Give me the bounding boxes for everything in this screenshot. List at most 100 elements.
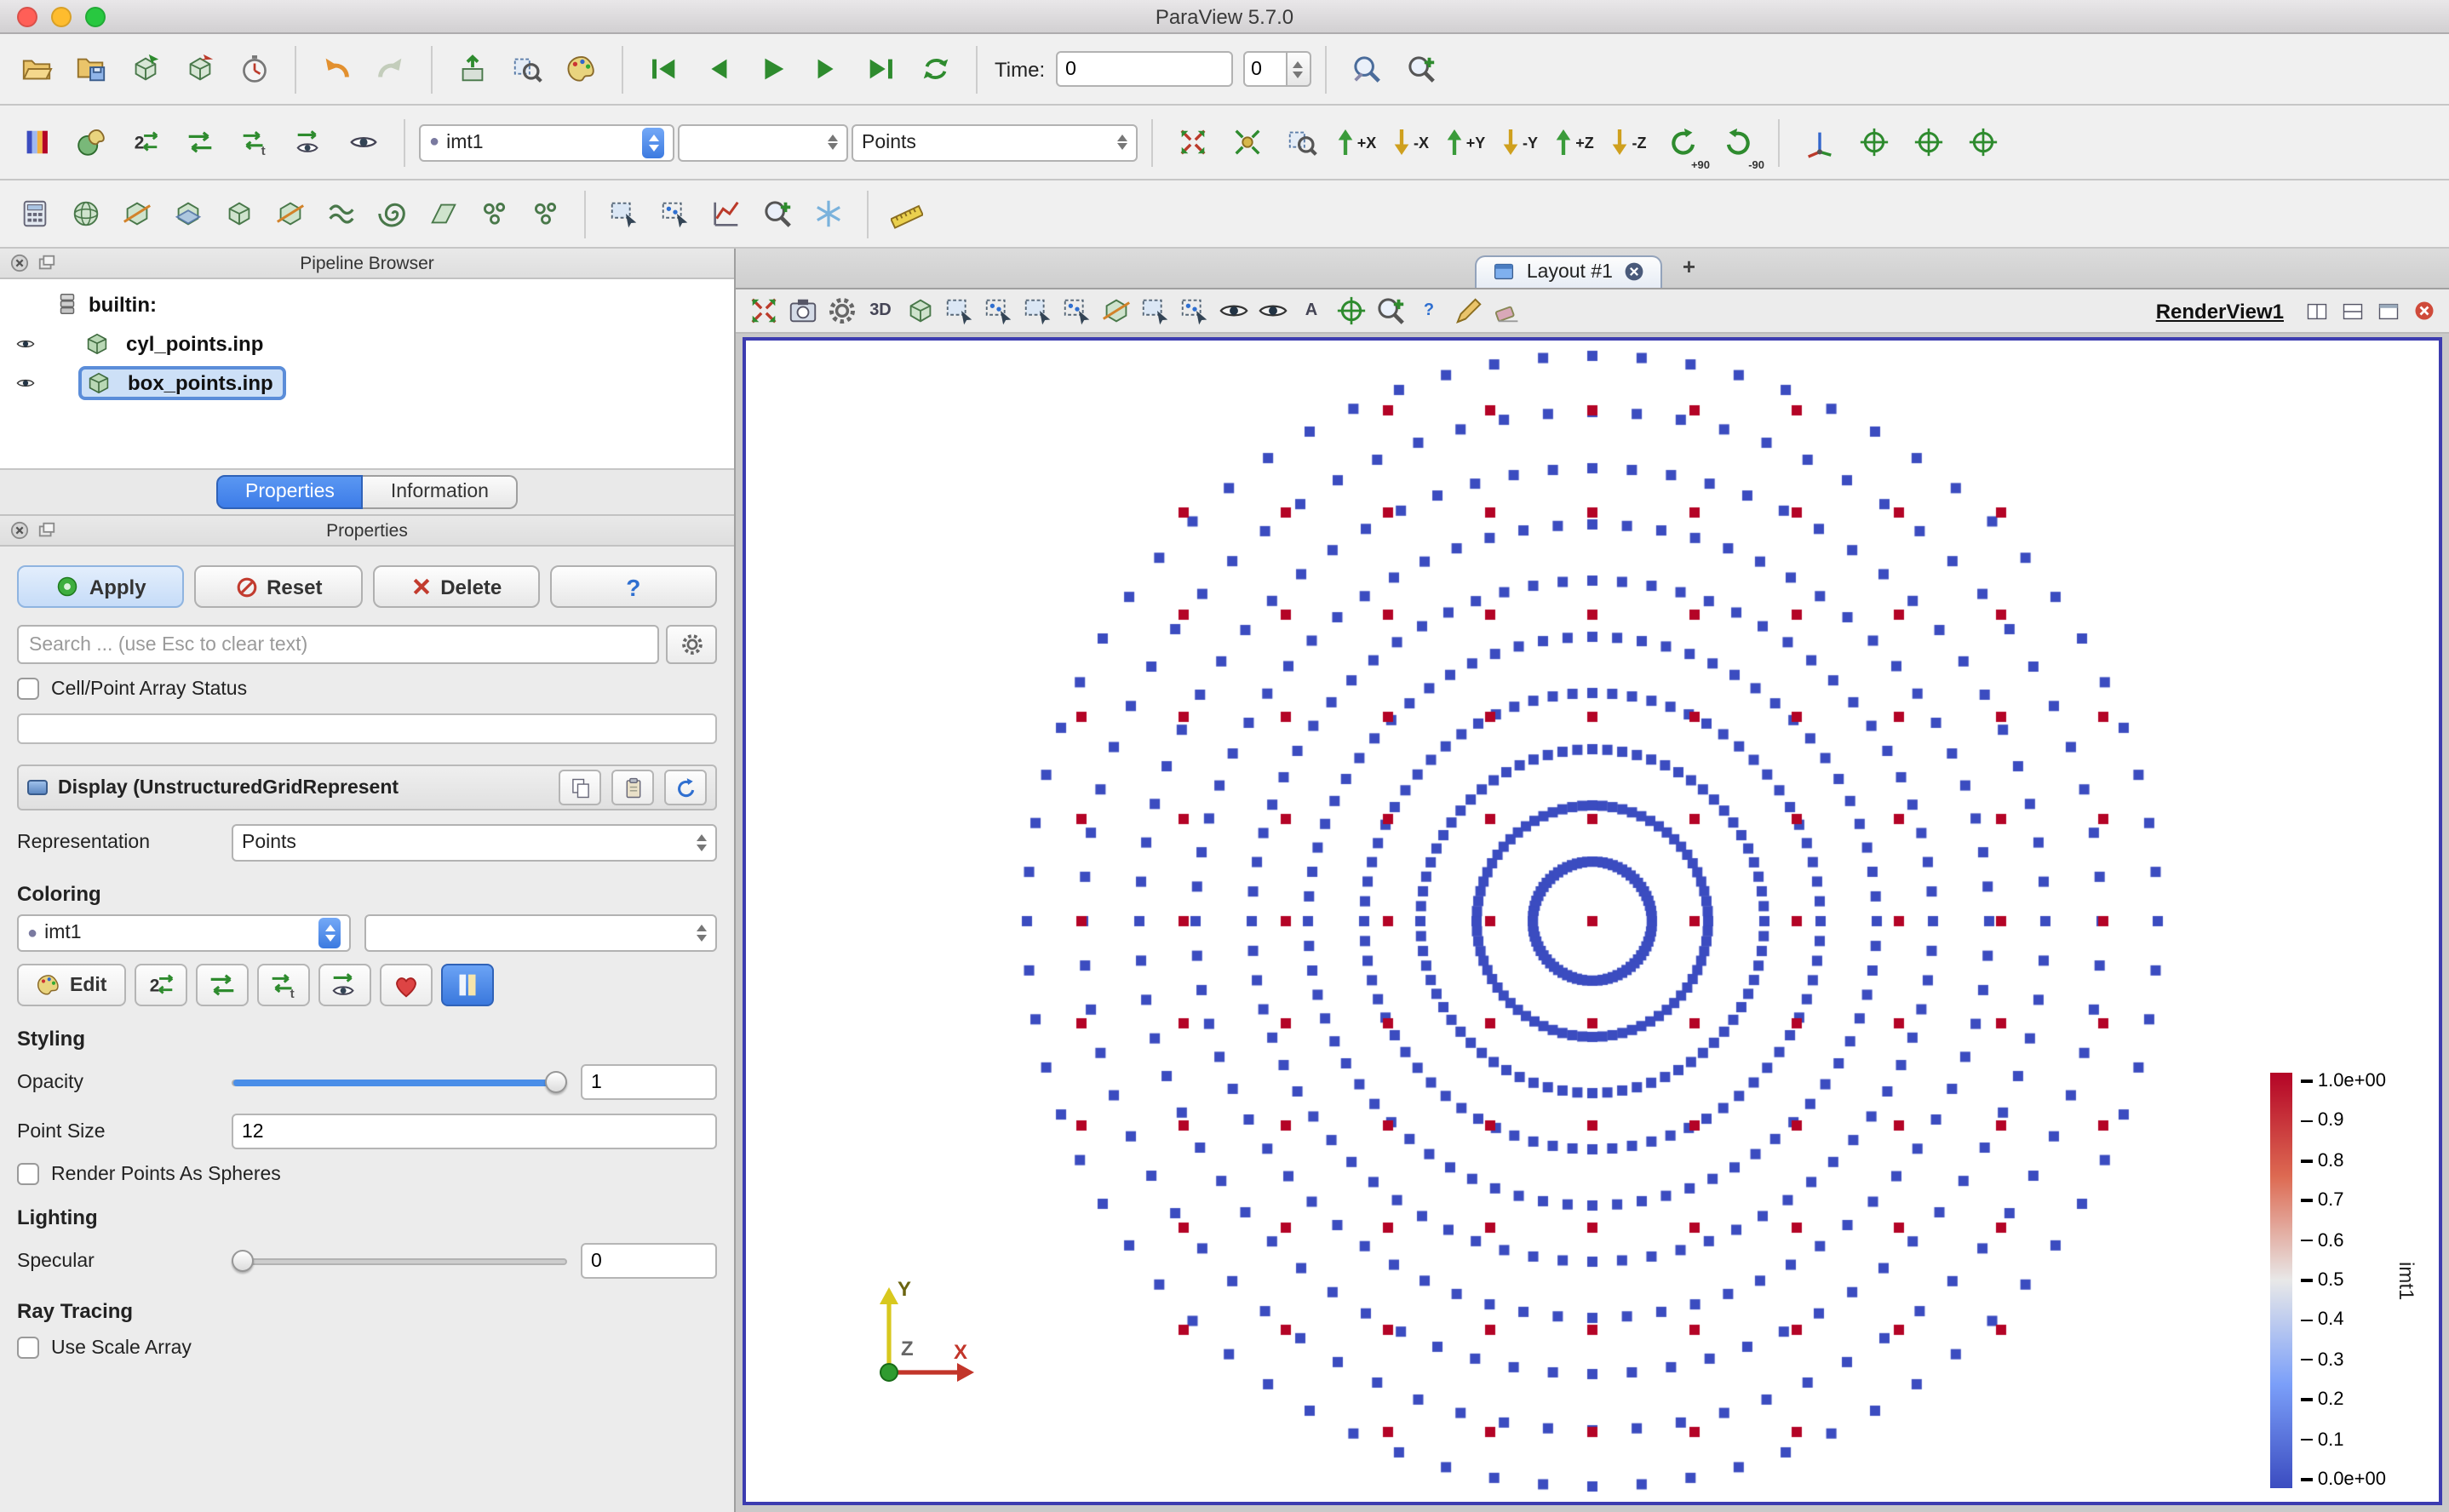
visibility-eye-icon[interactable] [0,372,51,392]
group-datasets-icon[interactable] [470,189,519,238]
color-palette-icon[interactable] [555,43,608,95]
reset-camera-icon[interactable] [1167,116,1219,169]
rotate-90-ccw-icon[interactable]: +90 [1657,116,1710,169]
close-window-button[interactable] [17,6,37,26]
time-input[interactable] [1055,51,1232,87]
split-vertical-icon[interactable] [2335,295,2369,327]
zoom-to-data-icon[interactable] [1221,116,1274,169]
specular-slider[interactable] [232,1246,567,1276]
temporal-interpolator-icon[interactable] [804,189,853,238]
select-cells-rect-icon[interactable] [940,293,978,329]
rescale-to-custom-range-button[interactable] [195,964,248,1006]
save-data-icon[interactable] [65,43,118,95]
copy-display-button[interactable] [559,770,601,805]
camera-reset-icon[interactable] [744,293,782,329]
visibility-eye-icon[interactable] [0,333,51,353]
rescale-over-time-button[interactable]: t [256,964,309,1006]
clear-icon[interactable] [1488,293,1526,329]
zoom-selection-icon[interactable] [1371,293,1408,329]
open-file-icon[interactable] [10,43,63,95]
rescale-to-data-range-button[interactable]: 2 [134,964,186,1006]
help-button[interactable]: ? [550,565,718,608]
render-view[interactable]: Y X Z 1.0e+000.90.80.70.60.50.40.30.20.1… [743,337,2442,1505]
calculator-icon[interactable] [10,189,60,238]
use-scale-array-checkbox[interactable] [17,1337,39,1359]
opacity-slider[interactable] [232,1067,567,1097]
frame-input[interactable] [1242,51,1287,87]
choose-preset-button[interactable] [379,964,432,1006]
color-array-combo[interactable]: ● imt1 [419,123,674,161]
zoom-to-box-icon[interactable] [1276,116,1328,169]
last-frame-icon[interactable] [855,43,908,95]
undock-panel-icon[interactable] [34,518,58,542]
contour-icon[interactable] [317,189,366,238]
representation-combo[interactable]: Points [852,123,1138,161]
combo-stepper-icon[interactable] [318,918,341,948]
maximize-view-icon[interactable] [2371,295,2405,327]
slider-knob[interactable] [545,1071,567,1093]
combo-stepper-icon[interactable] [642,127,664,158]
measure-icon[interactable] [1449,293,1487,329]
selected-pipeline-item[interactable]: box_points.inp [78,365,287,399]
close-view-icon[interactable] [2406,295,2440,327]
rotate-90-cw-icon[interactable]: -90 [1712,116,1764,169]
select-cells-polygon-icon[interactable] [1018,293,1056,329]
adjust-camera-icon[interactable] [901,293,938,329]
set-view-plus-x-icon[interactable]: +X [1330,116,1383,169]
set-view-plus-y-icon[interactable]: +Y [1439,116,1492,169]
render-canvas[interactable] [746,341,2439,1502]
find-data-icon[interactable] [501,43,553,95]
pipeline-item-builtin[interactable]: builtin: [0,284,734,324]
coloring-component-combo[interactable] [364,914,717,952]
search-input[interactable] [17,625,659,664]
auto-apply-icon[interactable] [228,43,281,95]
rescale-to-visible-range-icon[interactable] [283,116,336,169]
pick-center-icon[interactable] [1332,293,1369,329]
glyph-icon[interactable] [61,189,111,238]
play-icon[interactable] [746,43,799,95]
extract-group-icon[interactable] [521,189,571,238]
layout-tab[interactable]: Layout #1 [1476,255,1662,288]
add-layout-button[interactable]: + [1669,253,1709,284]
color-legend[interactable]: 1.0e+000.90.80.70.60.50.40.30.20.10.0e+0… [2270,1073,2418,1488]
view-title[interactable]: RenderView1 [2156,299,2284,323]
select-points-polygon-icon[interactable] [1058,293,1095,329]
undo-icon[interactable] [310,43,363,95]
specular-input[interactable] [581,1243,717,1279]
capture-screenshot-icon[interactable] [783,293,821,329]
previous-frame-icon[interactable] [691,43,744,95]
close-layout-tab-icon[interactable] [1623,261,1645,283]
pipeline-item-box-points[interactable]: box_points.inp [0,363,734,402]
apply-button[interactable]: Apply [17,565,185,608]
show-scalar-bar-button[interactable] [440,964,493,1006]
frame-stepper[interactable] [1287,51,1311,87]
threshold-icon[interactable] [215,189,264,238]
undock-panel-icon[interactable] [34,251,58,275]
selection-annotation-icon[interactable]: A [1293,293,1330,329]
visibility-eye-icon[interactable] [337,116,390,169]
query-selection-icon[interactable] [651,189,700,238]
interactive-select-cells-icon[interactable] [1136,293,1173,329]
set-view-plus-z-icon[interactable]: +Z [1548,116,1601,169]
toggle-color-legend-icon[interactable] [10,116,63,169]
open-source-icon[interactable] [446,43,499,95]
cell-point-array-checkbox[interactable] [17,678,39,700]
display-section-header[interactable]: Display (UnstructuredGridRepresent [17,765,717,810]
show-orientation-axes-icon[interactable] [1793,116,1846,169]
next-frame-icon[interactable] [800,43,853,95]
tab-properties[interactable]: Properties [216,475,364,509]
save-state-icon[interactable] [174,43,227,95]
load-state-icon[interactable] [119,43,172,95]
rescale-over-time-icon[interactable]: t [228,116,281,169]
pick-center-icon[interactable] [1902,116,1955,169]
probe-location-icon[interactable] [753,189,802,238]
interactive-select-points-icon[interactable] [1175,293,1213,329]
close-panel-icon[interactable] [7,251,31,275]
stream-tracer-icon[interactable] [368,189,417,238]
extract-selection-icon[interactable] [599,189,649,238]
set-view-minus-x-icon[interactable]: -X [1385,116,1437,169]
edit-color-map-button[interactable]: Edit [17,964,125,1006]
minimize-window-button[interactable] [51,6,72,26]
first-frame-icon[interactable] [637,43,690,95]
rescale-to-custom-range-icon[interactable] [174,116,227,169]
